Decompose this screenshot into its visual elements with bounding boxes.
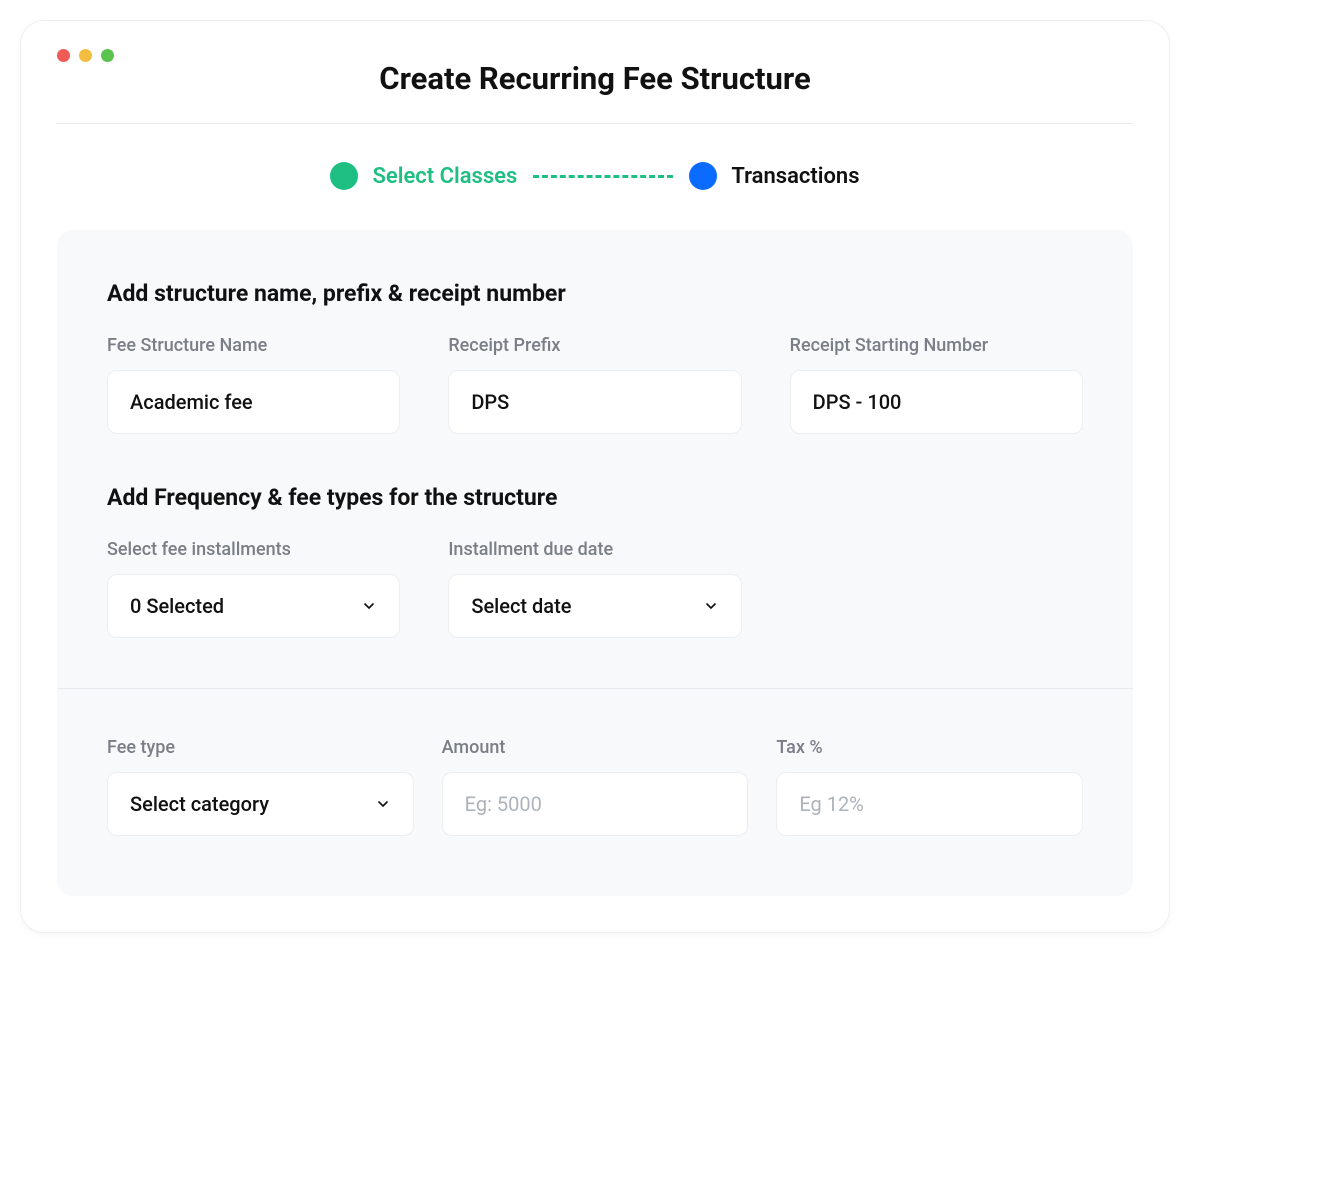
field-label: Receipt Prefix — [448, 335, 741, 356]
field-installment-due-date: Installment due date Select date — [448, 539, 741, 638]
maximize-window-button[interactable] — [101, 49, 114, 62]
field-label: Fee type — [107, 737, 414, 758]
form-card: Add structure name, prefix & receipt num… — [57, 230, 1133, 896]
select-value: Select category — [130, 792, 269, 816]
row-frequency: Select fee installments 0 Selected Insta… — [107, 539, 1083, 638]
fee-installments-select[interactable]: 0 Selected — [107, 574, 400, 638]
row-fee-type: Fee type Select category Amount Tax % — [107, 737, 1083, 836]
field-amount: Amount — [442, 737, 749, 836]
step-active-icon — [330, 162, 358, 190]
field-fee-structure-name: Fee Structure Name — [107, 335, 400, 434]
field-receipt-prefix: Receipt Prefix — [448, 335, 741, 434]
receipt-prefix-input[interactable] — [448, 370, 741, 434]
header-divider — [57, 123, 1133, 124]
field-label: Amount — [442, 737, 749, 758]
field-label: Installment due date — [448, 539, 741, 560]
field-label: Tax % — [776, 737, 1083, 758]
select-value: Select date — [471, 594, 571, 618]
installment-due-date-select[interactable]: Select date — [448, 574, 741, 638]
chevron-down-icon — [703, 598, 719, 614]
receipt-start-number-input[interactable] — [790, 370, 1083, 434]
stepper-connector — [533, 175, 673, 178]
field-receipt-starting-number: Receipt Starting Number — [790, 335, 1083, 434]
step-pending-icon — [689, 162, 717, 190]
select-value: 0 Selected — [130, 594, 224, 618]
minimize-window-button[interactable] — [79, 49, 92, 62]
chevron-down-icon — [375, 796, 391, 812]
section-heading: Add Frequency & fee types for the struct… — [107, 484, 1083, 511]
field-label: Receipt Starting Number — [790, 335, 1083, 356]
fee-type-select[interactable]: Select category — [107, 772, 414, 836]
section-heading: Add structure name, prefix & receipt num… — [107, 280, 1083, 307]
step-label: Select Classes — [372, 164, 517, 189]
close-window-button[interactable] — [57, 49, 70, 62]
field-fee-type: Fee type Select category — [107, 737, 414, 836]
page-title: Create Recurring Fee Structure — [57, 60, 1133, 97]
step-select-classes[interactable]: Select Classes — [330, 162, 517, 190]
field-tax: Tax % — [776, 737, 1083, 836]
step-label: Transactions — [731, 164, 859, 189]
row-structure-info: Fee Structure Name Receipt Prefix Receip… — [107, 335, 1083, 434]
section-divider — [57, 688, 1133, 689]
field-label: Fee Structure Name — [107, 335, 400, 356]
amount-input[interactable] — [442, 772, 749, 836]
stepper: Select Classes Transactions — [57, 162, 1133, 190]
tax-input[interactable] — [776, 772, 1083, 836]
field-empty-spacer — [790, 539, 1083, 638]
step-transactions[interactable]: Transactions — [689, 162, 859, 190]
fee-structure-name-input[interactable] — [107, 370, 400, 434]
chevron-down-icon — [361, 598, 377, 614]
field-fee-installments: Select fee installments 0 Selected — [107, 539, 400, 638]
field-label: Select fee installments — [107, 539, 400, 560]
app-window: Create Recurring Fee Structure Select Cl… — [20, 20, 1170, 933]
